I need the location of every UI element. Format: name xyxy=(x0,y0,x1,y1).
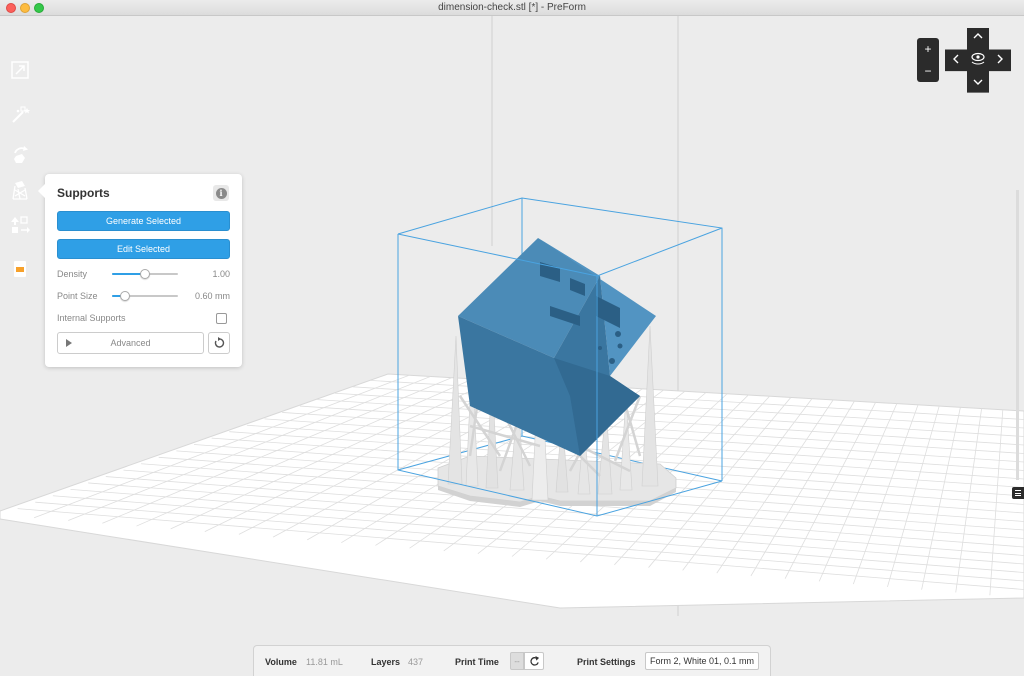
info-icon: i xyxy=(215,187,227,199)
density-value: 1.00 xyxy=(212,269,230,279)
magic-wand-icon xyxy=(12,106,30,123)
zoom-controls: + − xyxy=(917,38,939,82)
rotate-object-icon xyxy=(14,146,28,163)
zoom-out-button[interactable]: − xyxy=(917,60,939,82)
window-title: dimension-check.stl [*] - PreForm xyxy=(438,2,586,13)
one-click-print-tool[interactable] xyxy=(0,96,40,134)
status-bar: Volume 11.81 mL Layers 437 Print Time --… xyxy=(253,645,771,676)
printer-icon xyxy=(14,261,26,277)
supports-tool[interactable] xyxy=(0,171,40,209)
reset-button[interactable] xyxy=(208,332,230,354)
density-slider[interactable] xyxy=(112,269,178,279)
point-size-slider-thumb[interactable] xyxy=(120,291,131,301)
volume-label: Volume xyxy=(265,657,297,667)
title-bar: dimension-check.stl [*] - PreForm xyxy=(0,0,1024,16)
orientation-tool[interactable] xyxy=(0,136,40,174)
refresh-print-time-button[interactable] xyxy=(524,652,544,670)
layers-value: 437 xyxy=(408,657,424,667)
density-slider-thumb[interactable] xyxy=(140,269,150,279)
generate-selected-button[interactable]: Generate Selected xyxy=(57,211,230,231)
side-panel-handle[interactable] xyxy=(1012,487,1024,499)
advanced-toggle-button[interactable]: Advanced xyxy=(57,332,204,354)
right-scroll-track xyxy=(1016,190,1019,480)
volume-value: 11.81 mL xyxy=(306,657,343,667)
advanced-label: Advanced xyxy=(110,338,151,348)
print-time-label: Print Time xyxy=(455,657,499,667)
internal-supports-label: Internal Supports xyxy=(57,313,126,323)
zoom-in-button[interactable]: + xyxy=(917,38,939,60)
panel-pointer xyxy=(38,184,45,198)
density-label: Density xyxy=(57,269,88,279)
fit-view-tool[interactable] xyxy=(0,51,40,89)
info-button[interactable]: i xyxy=(213,185,229,201)
refresh-icon xyxy=(529,655,539,666)
internal-supports-checkbox[interactable] xyxy=(216,313,227,324)
print-time-value: -- xyxy=(510,652,524,670)
layout-arrange-icon xyxy=(11,216,30,233)
edit-selected-button[interactable]: Edit Selected xyxy=(57,239,230,259)
layers-label: Layers xyxy=(371,657,401,667)
reset-icon xyxy=(214,337,225,348)
print-tool[interactable] xyxy=(0,250,40,288)
point-size-value: 0.60 mm xyxy=(194,291,230,301)
print-settings-label: Print Settings xyxy=(577,657,636,667)
layout-tool[interactable] xyxy=(0,206,40,244)
supports-icon xyxy=(12,181,28,200)
point-size-slider[interactable] xyxy=(112,291,178,301)
expand-arrows-icon xyxy=(11,61,29,79)
view-pan-control[interactable] xyxy=(945,26,1017,94)
supports-panel: Supports i Generate Selected Edit Select… xyxy=(38,174,242,367)
panel-title: Supports xyxy=(57,186,110,200)
point-size-label: Point Size xyxy=(57,291,98,301)
print-settings-value[interactable]: Form 2, White 01, 0.1 mm xyxy=(645,652,759,670)
